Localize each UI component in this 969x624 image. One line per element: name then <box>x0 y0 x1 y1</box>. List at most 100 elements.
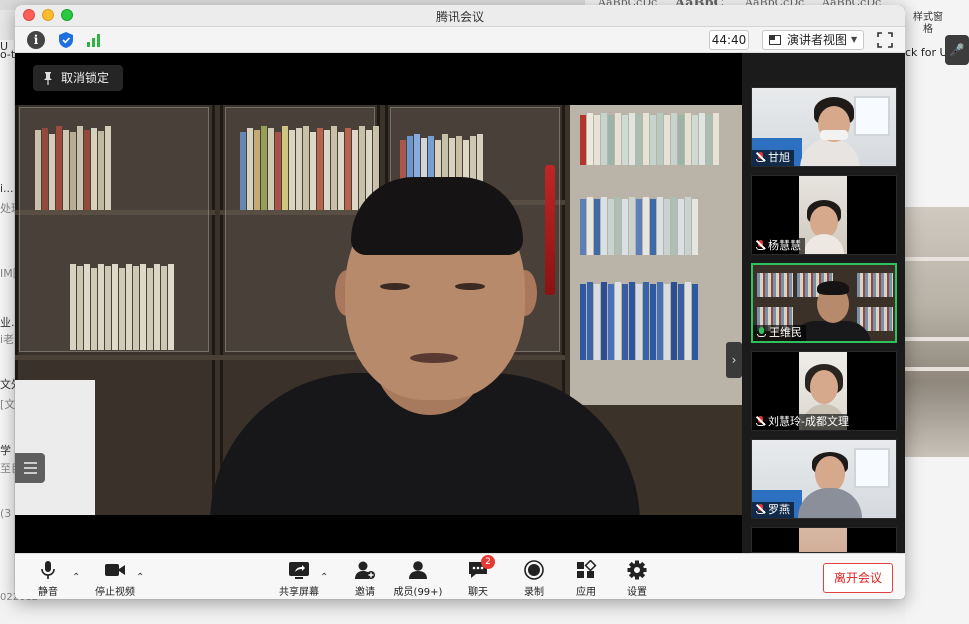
speaker-mouth <box>410 353 458 363</box>
participant-strip: 甘旭 杨慧慧 王维民 刘慧玲-成都文理 罗燕 <box>742 53 905 553</box>
participant-tile[interactable]: 刘慧玲-成都文理 <box>751 351 897 431</box>
participant-name: 王维民 <box>769 326 802 339</box>
chat-unread-badge: 2 <box>481 555 495 569</box>
participant-name-tag: 刘慧玲-成都文理 <box>752 414 853 430</box>
participant-name-tag: 罗燕 <box>752 502 794 518</box>
bg-snippet: 至目 <box>0 462 15 475</box>
gear-icon <box>627 560 647 580</box>
unlock-label: 取消锁定 <box>61 71 110 85</box>
microphone-icon <box>41 561 55 579</box>
members-label: 成员(99+) <box>393 587 443 598</box>
bg-snippet: [文 <box>0 398 15 411</box>
face-mask <box>820 130 848 140</box>
bg-link-text: ck for U <box>905 46 948 59</box>
participant-name: 甘旭 <box>768 151 790 164</box>
mic-on-icon <box>757 327 766 337</box>
share-screen-label: 共享屏幕 <box>279 587 319 598</box>
bg-snippet: 学 <box>0 444 11 457</box>
style-pane-label: 样式窗格 <box>913 12 943 35</box>
invite-button[interactable]: 邀请 <box>350 558 380 598</box>
shield-icon[interactable] <box>57 31 75 49</box>
record-button[interactable]: 录制 <box>519 558 549 598</box>
mute-label: 静音 <box>38 587 58 598</box>
background-bottom-bar <box>0 600 905 624</box>
add-user-icon <box>355 561 375 579</box>
bg-snippet: i... <box>0 182 14 195</box>
bg-snippet: i老 <box>0 333 15 346</box>
list-icon[interactable] <box>15 453 45 483</box>
speaker-video-frame <box>15 105 742 515</box>
record-icon <box>524 560 544 580</box>
apps-icon <box>577 560 597 578</box>
mute-options-caret[interactable]: ⌃ <box>72 572 80 583</box>
meeting-window: 腾讯会议 i 44:40 演讲者视图 ▼ 取消锁定 › 甘旭 杨慧慧 王维民 刘… <box>15 5 905 599</box>
printer <box>15 380 95 515</box>
speaker-hair <box>351 177 523 255</box>
participant-tile[interactable]: 罗燕 <box>751 439 897 519</box>
speaker-eye <box>455 283 485 290</box>
bg-snippet: 处理 <box>0 202 15 215</box>
share-options-caret[interactable]: ⌃ <box>320 572 328 583</box>
participant-name: 罗燕 <box>768 503 790 516</box>
speaker-view-icon <box>769 35 781 45</box>
view-mode-label: 演讲者视图 <box>787 33 848 47</box>
bg-snippet: o-to <box>0 48 15 61</box>
share-screen-button[interactable]: 共享屏幕 <box>279 558 319 598</box>
mic-muted-icon <box>756 151 766 162</box>
leave-meeting-button[interactable]: 离开会议 <box>823 563 893 593</box>
speaker-eye <box>380 283 410 290</box>
meeting-toolbar: 静音 ⌃ 停止视频 ⌃ 共享屏幕 ⌃ 邀请 成员(99+) 2 聊天 录制 应用… <box>15 553 905 599</box>
participant-name-tag: 王维民 <box>753 325 806 341</box>
main-speaker-video[interactable]: 取消锁定 › <box>15 53 742 553</box>
chat-label: 聊天 <box>468 587 488 598</box>
participant-tile[interactable]: 甘旭 <box>751 87 897 167</box>
fullscreen-icon[interactable] <box>877 32 893 48</box>
chat-button[interactable]: 2 聊天 <box>463 555 495 598</box>
members-button[interactable]: 成员(99+) <box>393 558 443 598</box>
window-title: 腾讯会议 <box>435 10 484 24</box>
video-camera-icon <box>105 564 125 576</box>
video-feed <box>799 528 847 552</box>
meeting-info-bar: i 44:40 演讲者视图 ▼ <box>15 27 905 53</box>
info-icon[interactable]: i <box>27 31 45 49</box>
mic-muted-icon <box>756 503 766 514</box>
participant-face <box>815 456 845 492</box>
participant-face <box>810 370 838 404</box>
pin-icon <box>44 72 52 85</box>
bg-snippet: 业... <box>0 316 15 329</box>
background-photo <box>905 207 969 457</box>
apps-button[interactable]: 应用 <box>571 558 601 598</box>
bg-snippet: 文外 <box>0 378 15 391</box>
participant-hair <box>817 281 849 295</box>
participant-tile-active-speaker[interactable]: 王维民 <box>751 263 897 343</box>
decorative-tassel <box>545 165 555 295</box>
share-screen-icon <box>289 562 309 579</box>
bg-snippet: (3 <box>0 507 12 520</box>
participant-name-tag: 甘旭 <box>752 150 794 166</box>
stop-video-label: 停止视频 <box>95 587 135 598</box>
participant-tile[interactable]: 杨慧慧 <box>751 175 897 255</box>
participant-name-tag: 杨慧慧 <box>752 238 805 254</box>
bg-snippet: IM圃 <box>0 267 15 280</box>
chevron-down-icon: ▼ <box>851 35 858 44</box>
video-options-caret[interactable]: ⌃ <box>136 572 144 583</box>
participant-name: 杨慧慧 <box>768 239 801 252</box>
invite-label: 邀请 <box>355 587 375 598</box>
mic-muted-icon <box>756 239 766 250</box>
stop-video-button[interactable]: 停止视频 <box>95 558 135 598</box>
collapse-sidebar-button[interactable]: › <box>726 342 742 378</box>
title-bar: 腾讯会议 <box>15 5 905 27</box>
mic-icon: 🎤 <box>945 35 969 65</box>
signal-icon[interactable] <box>85 31 103 49</box>
mute-button[interactable]: 静音 <box>33 558 63 598</box>
mic-muted-icon <box>756 415 766 426</box>
unlock-pin-button[interactable]: 取消锁定 <box>33 65 123 91</box>
settings-label: 设置 <box>627 587 647 598</box>
view-mode-dropdown[interactable]: 演讲者视图 ▼ <box>762 30 864 50</box>
record-label: 录制 <box>524 587 544 598</box>
apps-label: 应用 <box>576 587 596 598</box>
participant-tile[interactable] <box>751 527 897 553</box>
settings-button[interactable]: 设置 <box>622 558 652 598</box>
members-icon <box>409 561 427 579</box>
meeting-timer: 44:40 <box>709 30 749 50</box>
